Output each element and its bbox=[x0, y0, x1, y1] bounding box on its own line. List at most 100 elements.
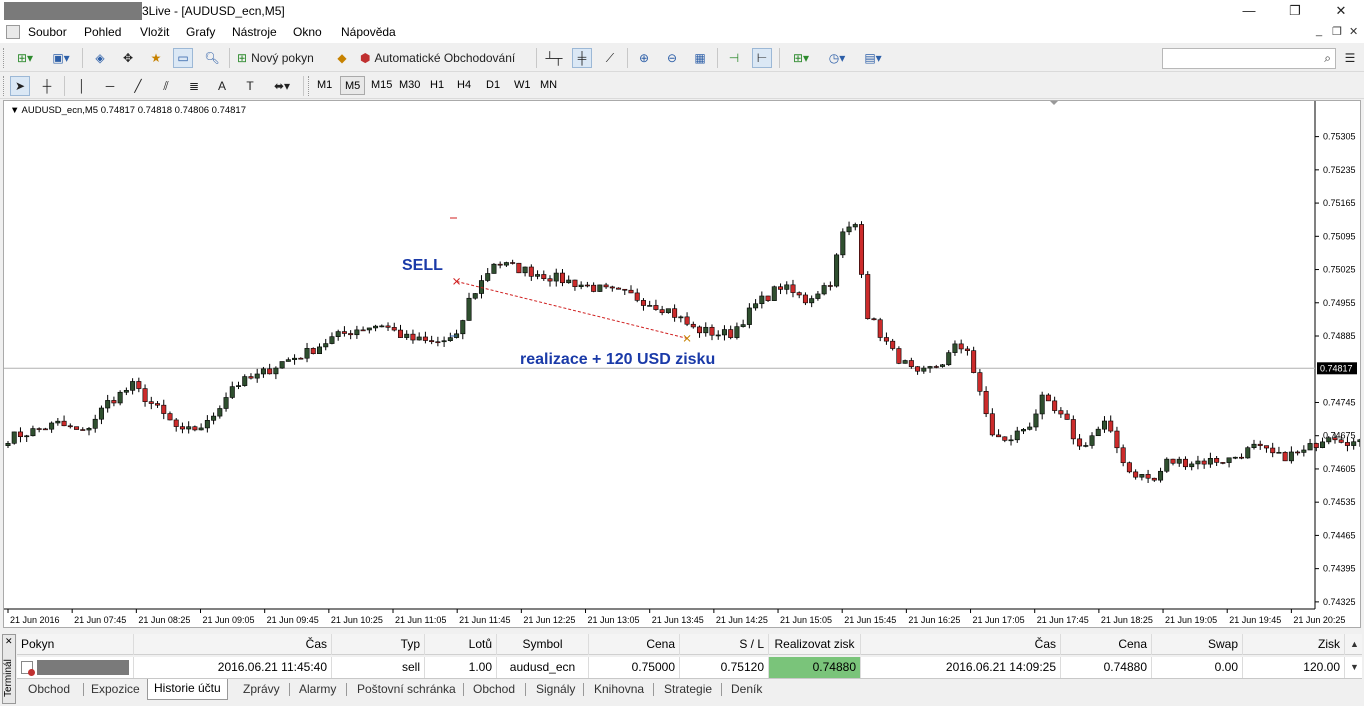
tab-experts[interactable]: Strategie bbox=[658, 680, 718, 699]
indicators-icon[interactable]: ⊞▾ bbox=[786, 48, 816, 68]
col-symbol[interactable]: Symbol bbox=[497, 634, 589, 655]
tab-alerts[interactable]: Alarmy bbox=[293, 680, 342, 699]
tab-journal[interactable]: Deník bbox=[725, 680, 768, 699]
time-tick-label: 21 Jun 11:05 bbox=[395, 615, 446, 625]
terminal-icon[interactable]: ▭ bbox=[173, 48, 193, 68]
col-close-time[interactable]: Čas bbox=[861, 634, 1061, 655]
data-window-icon[interactable]: ✥ bbox=[118, 48, 138, 68]
toolbar-grip[interactable] bbox=[3, 76, 6, 96]
maximize-button[interactable]: ❐ bbox=[1272, 0, 1318, 22]
timeframe-h1[interactable]: H1 bbox=[426, 76, 448, 95]
timeframe-h4[interactable]: H4 bbox=[453, 76, 475, 95]
candle-body bbox=[865, 274, 871, 320]
menu-insert[interactable]: Vložit bbox=[140, 25, 169, 39]
search-box[interactable]: ⌕ bbox=[1162, 48, 1336, 69]
col-type[interactable]: Typ bbox=[332, 634, 425, 655]
fibonacci-icon[interactable]: ≣ bbox=[184, 76, 204, 96]
text-label-icon[interactable]: T bbox=[240, 76, 260, 96]
zoom-out-icon[interactable]: ⊖ bbox=[662, 48, 682, 68]
line-chart-icon[interactable]: ⟋ bbox=[600, 48, 620, 68]
tab-library[interactable]: Knihovna bbox=[588, 680, 650, 699]
candle-body bbox=[373, 325, 379, 329]
mdi-close-button[interactable]: ✕ bbox=[1349, 25, 1358, 38]
bar-chart-icon[interactable]: ┴┬ bbox=[544, 48, 564, 68]
text-icon[interactable]: A bbox=[212, 76, 232, 96]
arrows-icon[interactable]: ⬌▾ bbox=[267, 76, 297, 96]
mdi-restore-button[interactable]: ❐ bbox=[1332, 25, 1342, 38]
col-tp[interactable]: Realizovat zisk bbox=[769, 634, 861, 655]
scroll-down-icon[interactable]: ▼ bbox=[1350, 662, 1359, 672]
col-profit[interactable]: Zisk bbox=[1243, 634, 1345, 655]
candle-body bbox=[1195, 460, 1201, 465]
chart-menu-triangle-icon[interactable]: ▼ bbox=[10, 105, 19, 116]
equidistant-channel-icon[interactable]: ⫽ bbox=[156, 76, 176, 96]
col-close-price[interactable]: Cena bbox=[1061, 634, 1152, 655]
chart-shift-icon[interactable]: ⊢ bbox=[752, 48, 772, 68]
candlestick-icon[interactable]: ╪ bbox=[572, 48, 592, 68]
close-button[interactable]: ✕ bbox=[1318, 0, 1364, 22]
timeframe-m1[interactable]: M1 bbox=[313, 76, 336, 95]
menu-tools[interactable]: Nástroje bbox=[232, 25, 277, 39]
new-order-button[interactable]: ⊞ Nový pokyn bbox=[237, 48, 327, 68]
chart-window-icon[interactable] bbox=[6, 25, 20, 39]
timeframe-w1[interactable]: W1 bbox=[510, 76, 535, 95]
timeframe-m5[interactable]: M5 bbox=[340, 76, 366, 95]
tab-market[interactable]: Obchod bbox=[467, 680, 521, 699]
metaeditor-icon[interactable]: ◆ bbox=[332, 48, 352, 68]
templates-icon[interactable]: ▤▾ bbox=[858, 48, 888, 68]
menu-file[interactable]: Soubor bbox=[28, 25, 67, 39]
tab-mailbox[interactable]: Poštovní schránka bbox=[351, 680, 462, 699]
col-lots[interactable]: Lotů bbox=[425, 634, 497, 655]
toolbar-grip[interactable] bbox=[3, 48, 6, 68]
col-open-time[interactable]: Čas bbox=[134, 634, 332, 655]
tab-signals[interactable]: Signály bbox=[530, 680, 581, 699]
chart-window[interactable]: ▼ AUDUSD_ecn,M5 0.74817 0.74818 0.74806 … bbox=[3, 100, 1361, 628]
candle-body bbox=[1114, 430, 1120, 449]
scroll-up-icon[interactable]: ▲ bbox=[1350, 639, 1359, 649]
tab-news[interactable]: Zprávy bbox=[237, 680, 286, 699]
tab-account-history[interactable]: Historie účtu bbox=[147, 679, 228, 700]
col-order[interactable]: Pokyn bbox=[17, 634, 134, 655]
candle-body bbox=[55, 420, 61, 424]
zoom-in-icon[interactable]: ⊕ bbox=[634, 48, 654, 68]
timeframe-d1[interactable]: D1 bbox=[482, 76, 504, 95]
trendline-icon[interactable]: ╱ bbox=[128, 76, 148, 96]
crosshair-icon[interactable]: ┼ bbox=[37, 76, 57, 96]
profiles-icon[interactable]: ▣▾ bbox=[46, 48, 76, 68]
tile-windows-icon[interactable]: ▦ bbox=[690, 48, 710, 68]
toolbar-grip[interactable] bbox=[308, 76, 311, 96]
autoscroll-icon[interactable]: ⊣ bbox=[724, 48, 744, 68]
menu-charts[interactable]: Grafy bbox=[186, 25, 215, 39]
timeframe-m30[interactable]: M30 bbox=[395, 76, 424, 95]
search-input[interactable] bbox=[1163, 49, 1313, 68]
candle-body bbox=[1164, 458, 1170, 472]
timeframe-mn[interactable]: MN bbox=[536, 76, 561, 95]
candle-body bbox=[778, 286, 784, 290]
menu-help[interactable]: Nápověda bbox=[341, 25, 396, 39]
new-chart-icon[interactable]: ⊞▾ bbox=[10, 48, 40, 68]
menu-view[interactable]: Pohled bbox=[84, 25, 121, 39]
col-sl[interactable]: S / L bbox=[680, 634, 769, 655]
minimize-button[interactable]: — bbox=[1226, 0, 1272, 22]
search-icon[interactable]: ⌕ bbox=[1324, 51, 1331, 66]
candlestick-chart[interactable]: 0.75305 0.75235 0.75165 0.75095 0.75025 0.749… bbox=[4, 101, 1360, 627]
periods-icon[interactable]: ◷▾ bbox=[822, 48, 852, 68]
candle-body bbox=[697, 326, 703, 334]
strategy-tester-icon[interactable]: 🔍︎ bbox=[202, 48, 222, 68]
timeframe-m15[interactable]: M15 bbox=[367, 76, 396, 95]
tab-exposure[interactable]: Expozice bbox=[85, 680, 146, 699]
auto-trading-button[interactable]: ⬢ Automatické Obchodování bbox=[360, 48, 528, 68]
vertical-line-icon[interactable]: │ bbox=[72, 76, 92, 96]
cursor-icon[interactable]: ➤ bbox=[10, 76, 30, 96]
col-swap[interactable]: Swap bbox=[1152, 634, 1243, 655]
table-row[interactable]: 2016.06.21 11:45:40 sell 1.00 audusd_ecn… bbox=[17, 657, 1362, 678]
mdi-minimize-button[interactable]: _ bbox=[1316, 25, 1322, 37]
col-price[interactable]: Cena bbox=[589, 634, 680, 655]
navigator-icon[interactable]: ★ bbox=[146, 48, 166, 68]
market-watch-icon[interactable]: ◈ bbox=[90, 48, 110, 68]
community-icon[interactable]: ☰ bbox=[1340, 48, 1360, 68]
horizontal-line-icon[interactable]: ─ bbox=[100, 76, 120, 96]
menu-window[interactable]: Okno bbox=[293, 25, 322, 39]
tab-trade[interactable]: Obchod bbox=[22, 680, 76, 699]
candle-body bbox=[223, 397, 229, 409]
